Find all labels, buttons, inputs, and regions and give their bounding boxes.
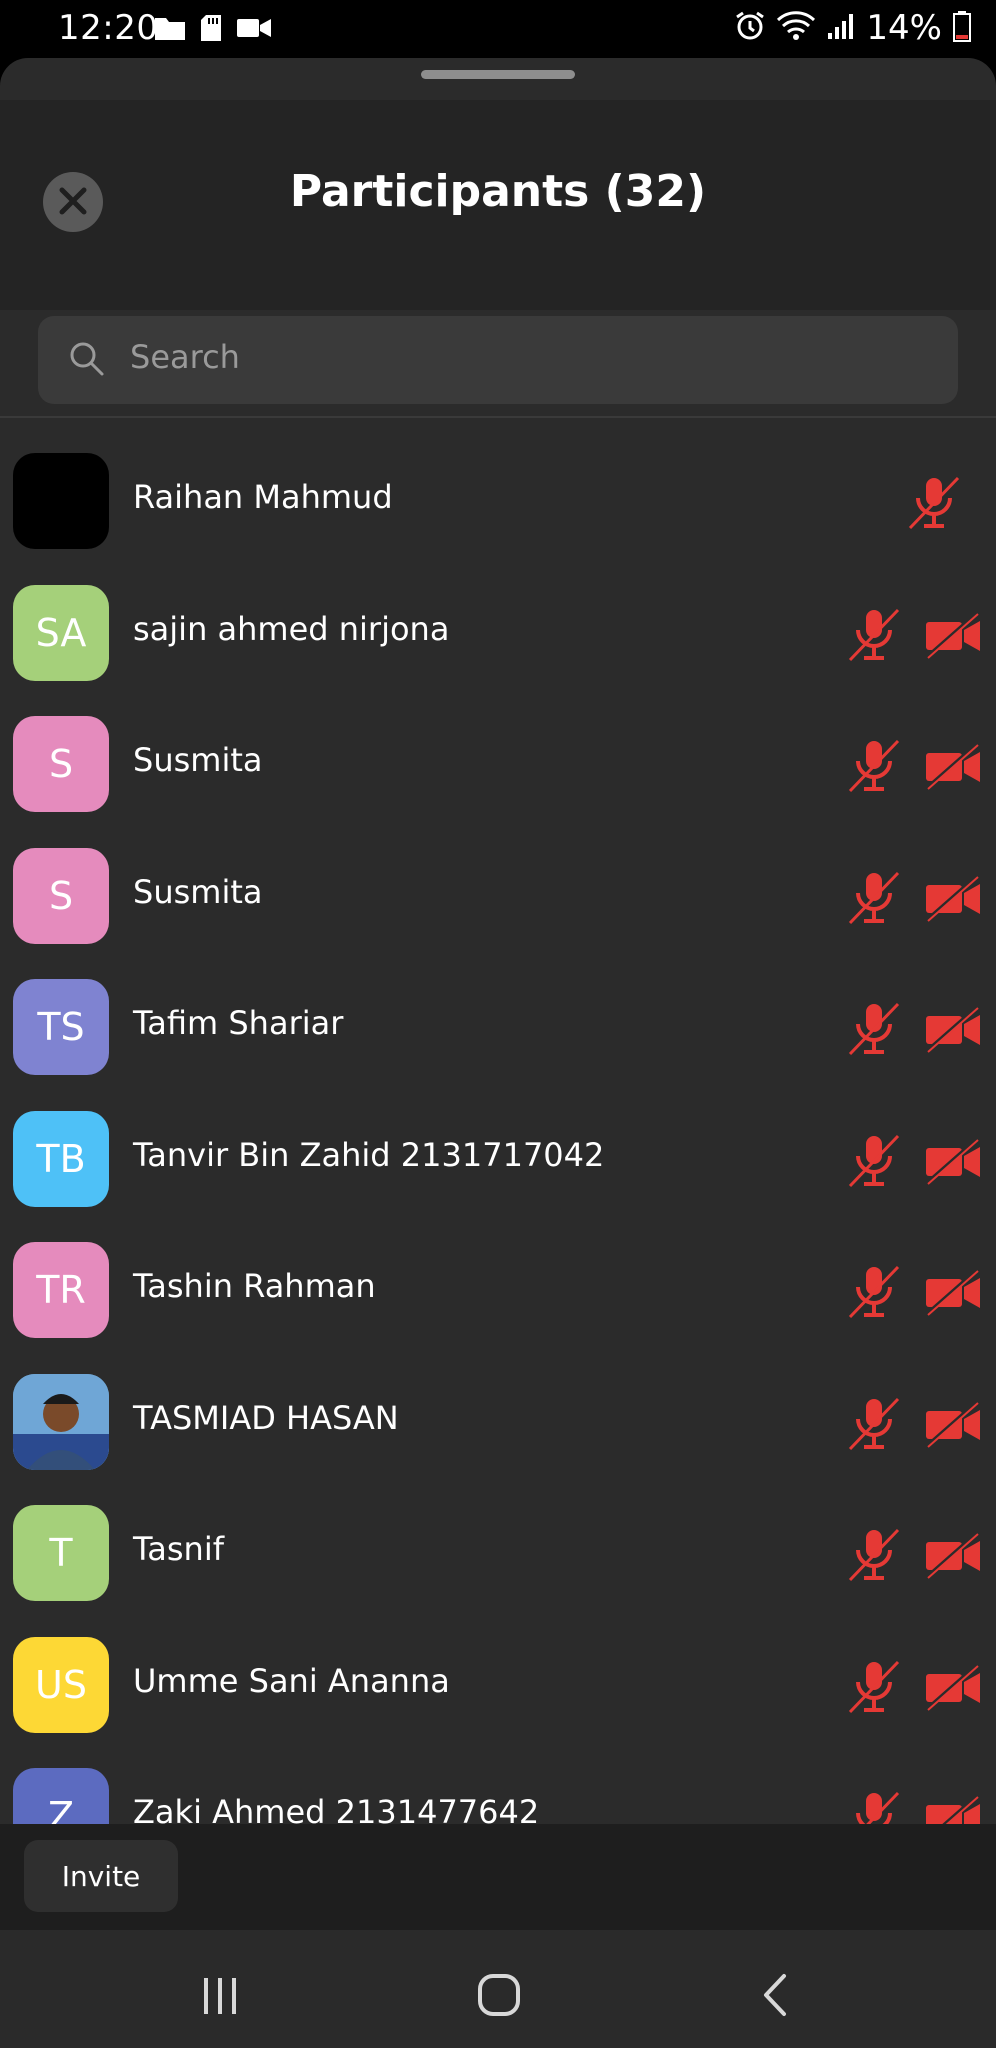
mic-muted-icon — [904, 472, 964, 532]
participants-sheet: Participants (32) Search Raihan Mahmud S… — [0, 58, 996, 1930]
wifi-icon — [776, 10, 816, 46]
avatar: SA — [13, 584, 109, 681]
participant-row[interactable]: US Umme Sani Ananna — [0, 1628, 996, 1760]
participant-name: Susmita — [133, 741, 263, 779]
participant-row[interactable]: TR Tashin Rahman — [0, 1233, 996, 1365]
video-off-icon — [924, 1006, 982, 1054]
status-time: 12:20 — [58, 8, 159, 48]
status-bar: 12:20 14% — [0, 0, 996, 58]
mic-muted-icon — [844, 1656, 904, 1716]
avatar-initials: S — [48, 742, 74, 786]
participant-name: TASMIAD HASAN — [133, 1398, 399, 1437]
video-off-icon — [924, 1269, 982, 1317]
avatar — [13, 453, 109, 549]
participant-name: Susmita — [133, 872, 263, 911]
battery-level: 14% — [866, 8, 942, 48]
participant-row[interactable]: TB Tanvir Bin Zahid 2131717042 — [0, 1102, 996, 1234]
status-left-icons — [154, 14, 272, 46]
avatar: T — [13, 1505, 109, 1601]
mic-muted-icon — [844, 998, 904, 1058]
navigation-bar — [0, 1930, 996, 2048]
avatar: TR — [13, 1242, 109, 1338]
sd-card-icon — [200, 14, 222, 46]
search-input[interactable]: Search — [38, 316, 958, 404]
participant-name: Umme Sani Ananna — [133, 1661, 450, 1700]
mic-muted-icon — [844, 867, 904, 927]
back-icon[interactable] — [760, 1972, 790, 2022]
mic-muted-icon — [844, 1393, 904, 1453]
video-off-icon — [924, 1400, 982, 1449]
divider — [0, 416, 996, 418]
avatar-initials: TB — [36, 1136, 86, 1181]
participant-name: Tafim Shariar — [133, 1004, 344, 1042]
participant-row[interactable]: SA sajin ahmed nirjona — [0, 576, 996, 708]
participant-name: Tasnif — [133, 1530, 224, 1568]
avatar-initials: SA — [35, 610, 87, 655]
avatar-initials: US — [35, 1662, 87, 1707]
avatar: TS — [13, 979, 109, 1075]
video-off-icon — [924, 874, 982, 923]
battery-icon — [952, 10, 972, 46]
avatar: US — [13, 1636, 109, 1733]
signal-icon — [826, 11, 856, 45]
mic-muted-icon — [844, 1130, 904, 1190]
participant-name: Tashin Rahman — [133, 1267, 376, 1305]
mic-muted-icon — [844, 735, 904, 795]
recents-icon[interactable] — [198, 1974, 242, 2022]
participant-row[interactable]: Raihan Mahmud — [0, 444, 996, 576]
avatar: S — [13, 847, 109, 944]
participant-list: Raihan Mahmud SA sajin ahmed nirjona S Sus… — [0, 444, 996, 1891]
participant-row[interactable]: TS Tafim Shariar — [0, 970, 996, 1102]
video-off-icon — [924, 1663, 982, 1712]
participant-row[interactable]: S Susmita — [0, 707, 996, 839]
avatar-initials: T — [49, 1531, 73, 1575]
drag-handle[interactable] — [421, 70, 575, 79]
avatar — [13, 1373, 109, 1470]
video-off-icon — [924, 1137, 982, 1186]
mic-muted-icon — [844, 1261, 904, 1321]
bottom-bar: Invite — [0, 1824, 996, 1930]
invite-button[interactable]: Invite — [24, 1840, 178, 1912]
status-right: 14% — [734, 8, 972, 48]
mic-muted-icon — [844, 604, 904, 664]
video-off-icon — [924, 611, 982, 660]
page-title: Participants (32) — [289, 166, 707, 217]
home-icon[interactable] — [476, 1972, 522, 2022]
avatar-initials: TR — [36, 1268, 86, 1312]
alarm-icon — [734, 10, 766, 46]
participant-row[interactable]: TASMIAD HASAN — [0, 1365, 996, 1497]
participant-name: Raihan Mahmud — [133, 478, 393, 516]
avatar: TB — [13, 1110, 109, 1207]
participant-row[interactable]: T Tasnif — [0, 1496, 996, 1628]
avatar: S — [13, 716, 109, 812]
participant-row[interactable]: S Susmita — [0, 839, 996, 971]
search-icon — [68, 340, 106, 382]
video-off-icon — [924, 1532, 982, 1580]
avatar-initials: TS — [37, 1005, 85, 1049]
avatar-initials: S — [48, 873, 74, 918]
participant-name: Tanvir Bin Zahid 2131717042 — [133, 1135, 605, 1174]
search-placeholder: Search — [130, 338, 240, 376]
participant-name: sajin ahmed nirjona — [133, 609, 450, 648]
folder-icon — [154, 15, 186, 45]
video-off-icon — [924, 743, 982, 791]
video-camera-icon — [236, 16, 272, 44]
mic-muted-icon — [844, 1524, 904, 1584]
